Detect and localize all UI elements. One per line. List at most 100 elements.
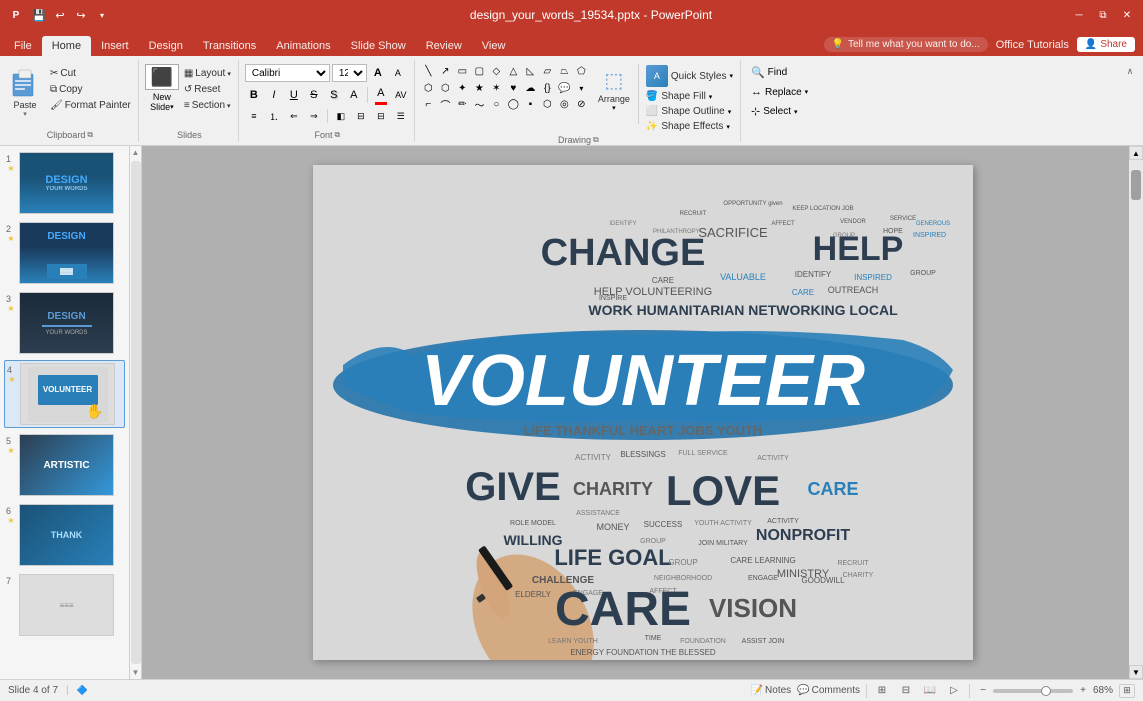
comments-button[interactable]: 💬 Comments: [797, 685, 860, 696]
redo-button[interactable]: ↪: [72, 6, 90, 24]
heart-shape[interactable]: ♥: [506, 81, 521, 96]
cube-shape[interactable]: ▪: [523, 97, 538, 112]
shape-outline-button[interactable]: ⬜ Shape Outline ▾: [643, 105, 736, 118]
tab-design[interactable]: Design: [139, 36, 193, 56]
rect-shape[interactable]: ▭: [455, 64, 470, 79]
no-symbol-shape[interactable]: ⊘: [574, 97, 589, 112]
line-shape[interactable]: ╲: [421, 64, 436, 79]
office-tutorials-link[interactable]: Office Tutorials: [996, 39, 1069, 51]
shape-fill-button[interactable]: 🪣 Shape Fill ▾: [643, 90, 736, 103]
minimize-button[interactable]: ─: [1071, 8, 1087, 22]
zoom-in-button[interactable]: +: [1076, 684, 1090, 698]
decrease-indent-button[interactable]: ⇐: [285, 107, 303, 125]
shadow-button[interactable]: S: [325, 86, 343, 104]
save-button[interactable]: 💾: [30, 6, 48, 24]
circle-shape[interactable]: ○: [489, 97, 504, 112]
normal-view-button[interactable]: ⊞: [873, 683, 891, 699]
align-left-button[interactable]: ◧: [332, 107, 350, 125]
underline-button[interactable]: U: [285, 86, 303, 104]
bracket-shape[interactable]: {}: [540, 81, 555, 96]
font-size-select[interactable]: 12: [332, 64, 367, 82]
slide-thumb-6[interactable]: 6 ★ THANK: [4, 502, 125, 568]
tab-file[interactable]: File: [4, 36, 42, 56]
parallelogram-shape[interactable]: ▱: [540, 64, 555, 79]
tab-insert[interactable]: Insert: [91, 36, 139, 56]
notes-button[interactable]: 📝 Notes: [751, 685, 792, 696]
arrow-shape[interactable]: ↗: [438, 64, 453, 79]
reading-view-button[interactable]: 📖: [921, 683, 939, 699]
arrange-button[interactable]: ⬚ Arrange ▾: [594, 64, 634, 114]
new-slide-button[interactable]: ⬛ New Slide ▾: [145, 64, 179, 112]
customize-qat-button[interactable]: ▾: [93, 6, 111, 24]
fit-slide-button[interactable]: ⊞: [1119, 684, 1135, 698]
align-right-button[interactable]: ⊟: [372, 107, 390, 125]
tab-slideshow[interactable]: Slide Show: [341, 36, 416, 56]
freeform-shape[interactable]: ✏: [455, 97, 470, 112]
bullets-button[interactable]: ≡: [245, 107, 263, 125]
slide-thumb-2[interactable]: 2 ★ DESIGN ▓▓▓: [4, 220, 125, 286]
cut-button[interactable]: ✂ Cut: [47, 67, 134, 80]
callout-shape[interactable]: 💬: [557, 81, 572, 96]
cloud-shape[interactable]: ☁: [523, 81, 538, 96]
slide-thumb-1[interactable]: 1 ★ DESIGN YOUR WORDS: [4, 150, 125, 216]
collapse-ribbon-button[interactable]: ∧: [1123, 64, 1137, 78]
curve-shape[interactable]: ⌒: [438, 97, 453, 112]
align-center-button[interactable]: ⊟: [352, 107, 370, 125]
drawing-expand-icon[interactable]: ⧉: [593, 135, 599, 145]
donut-shape[interactable]: ◎: [557, 97, 572, 112]
bold-button[interactable]: B: [245, 86, 263, 104]
replace-button[interactable]: ↔ Replace ▾: [747, 84, 812, 100]
trapezoid-shape[interactable]: ⏢: [557, 64, 572, 79]
strikethrough-button[interactable]: S: [305, 86, 323, 104]
scribble-shape[interactable]: 〜: [472, 97, 487, 112]
diamond-shape[interactable]: ◇: [489, 64, 504, 79]
star5-shape[interactable]: ★: [472, 81, 487, 96]
tell-me-box[interactable]: 💡 Tell me what you want to do...: [824, 37, 988, 52]
right-triangle-shape[interactable]: ◺: [523, 64, 538, 79]
slideshow-button[interactable]: ▷: [945, 683, 963, 699]
close-button[interactable]: ✕: [1119, 8, 1135, 22]
vertical-scrollbar[interactable]: ▲ ▼: [1129, 146, 1143, 679]
star4-shape[interactable]: ✦: [455, 81, 470, 96]
triangle-shape[interactable]: △: [506, 64, 521, 79]
share-button[interactable]: 👤 Share: [1077, 37, 1135, 52]
character-spacing-button[interactable]: AV: [392, 86, 410, 104]
oval-shape[interactable]: ◯: [506, 97, 521, 112]
tab-home[interactable]: Home: [42, 36, 91, 56]
increase-font-size-button[interactable]: A: [369, 64, 387, 82]
more-shapes[interactable]: ▾: [574, 81, 589, 96]
elbow-shape[interactable]: ⌐: [421, 97, 436, 112]
tab-animations[interactable]: Animations: [266, 36, 340, 56]
shape-effects-button[interactable]: ✨ Shape Effects ▾: [643, 120, 736, 133]
slide-thumb-3[interactable]: 3 ★ DESIGN YOUR WORDS: [4, 290, 125, 356]
bevel-shape[interactable]: ⬡: [540, 97, 555, 112]
slide-thumb-4[interactable]: 4 ★ VOLUNTEER ✋: [4, 360, 125, 428]
select-button[interactable]: ⊹ Select ▾: [747, 103, 812, 120]
italic-button[interactable]: I: [265, 86, 283, 104]
reset-button[interactable]: ↺ Reset: [181, 83, 234, 96]
slide-sorter-button[interactable]: ⊟: [897, 683, 915, 699]
clipboard-expand-icon[interactable]: ⧉: [87, 130, 93, 140]
quick-styles-button[interactable]: A Quick Styles ▾: [643, 64, 736, 88]
star6-shape[interactable]: ✶: [489, 81, 504, 96]
layout-button[interactable]: ▦ Layout ▾: [181, 67, 234, 80]
scroll-up-arrow[interactable]: ▲: [130, 146, 142, 159]
slide-thumb-7[interactable]: 7 ★ ≡≡≡: [4, 572, 125, 638]
justify-button[interactable]: ☰: [392, 107, 410, 125]
hexagon-shape[interactable]: ⬡: [421, 81, 436, 96]
zoom-handle[interactable]: [1041, 686, 1051, 696]
slide-canvas[interactable]: OPPORTUNITY given RECRUIT KEEP LOCATION …: [313, 165, 973, 660]
tab-view[interactable]: View: [472, 36, 516, 56]
font-expand-icon[interactable]: ⧉: [334, 130, 340, 140]
increase-indent-button[interactable]: ⇒: [305, 107, 323, 125]
pentagon-shape[interactable]: ⬠: [574, 64, 589, 79]
zoom-out-button[interactable]: −: [976, 684, 990, 698]
tab-transitions[interactable]: Transitions: [193, 36, 266, 56]
scroll-handle[interactable]: [1131, 170, 1141, 200]
restore-button[interactable]: ⧉: [1095, 8, 1111, 22]
copy-button[interactable]: ⧉ Copy: [47, 83, 134, 96]
font-name-select[interactable]: Calibri: [245, 64, 330, 82]
paste-button[interactable]: Paste ▾: [6, 64, 44, 120]
find-button[interactable]: 🔍 Find: [747, 64, 812, 81]
format-painter-button[interactable]: 🖌 Format Painter: [47, 99, 134, 112]
